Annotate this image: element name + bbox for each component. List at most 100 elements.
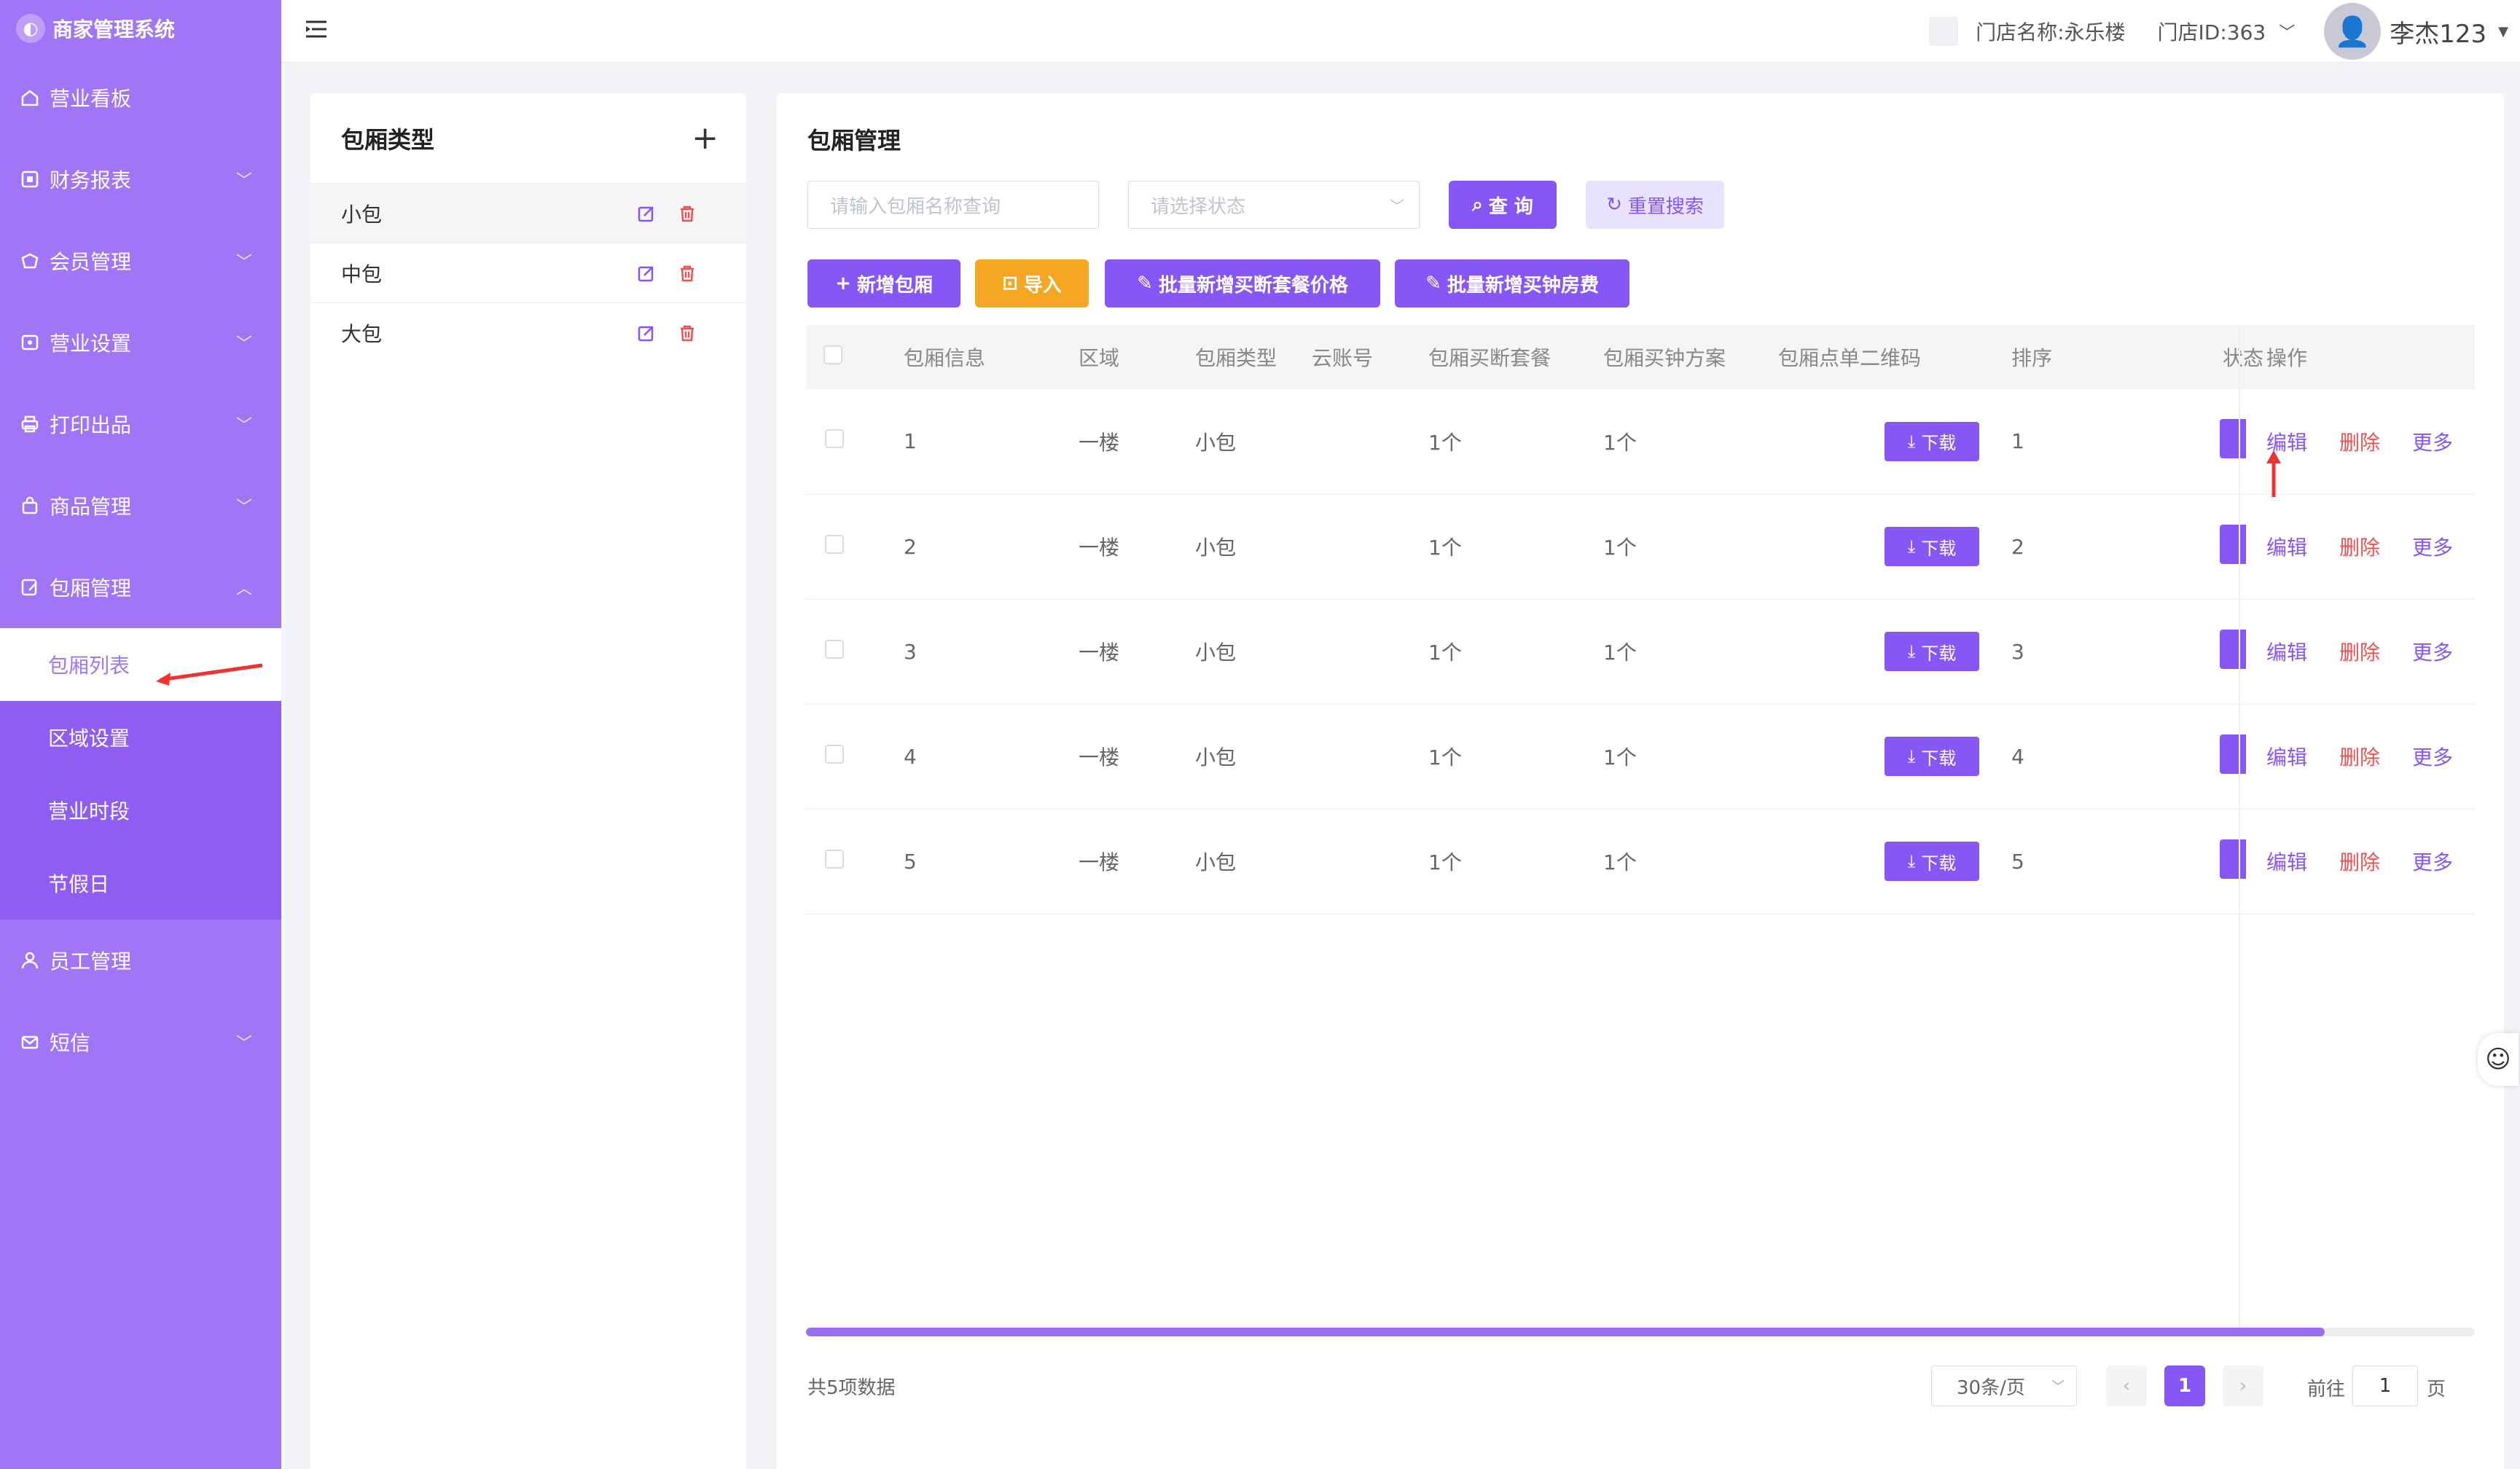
trash-icon[interactable]: [676, 322, 698, 344]
room-type-actions: [635, 203, 698, 224]
row-checkbox[interactable]: [825, 429, 844, 449]
sidebar-item-print[interactable]: 打印出品 ﹀: [0, 383, 281, 465]
room-type-item[interactable]: 中包: [310, 243, 746, 303]
prev-page-button[interactable]: ‹: [2106, 1366, 2147, 1406]
edit-link[interactable]: 编辑: [2266, 745, 2307, 769]
import-button[interactable]: ⊡ 导入: [975, 259, 1089, 307]
more-link[interactable]: 更多: [2412, 431, 2453, 455]
room-type-item[interactable]: 小包: [310, 184, 746, 243]
user-name[interactable]: 李杰123: [2390, 14, 2486, 50]
sidebar-item-label: 包厢管理: [50, 576, 132, 600]
cell-buyout-link[interactable]: 1个: [1425, 389, 1600, 495]
edit-icon[interactable]: [635, 322, 657, 344]
submenu-item-area-settings[interactable]: 区域设置: [0, 701, 281, 774]
download-qr-button[interactable]: ⤓ 下载: [1885, 527, 1979, 566]
add-room-type-button[interactable]: +: [692, 120, 719, 157]
status-toggle[interactable]: [2220, 734, 2246, 774]
row-checkbox[interactable]: [825, 849, 844, 869]
printer-icon: [19, 413, 41, 435]
delete-link[interactable]: 删除: [2339, 536, 2380, 560]
avatar[interactable]: 👤: [2324, 3, 2382, 60]
row-checkbox[interactable]: [825, 534, 844, 554]
caret-down-icon[interactable]: ▼: [2498, 24, 2508, 39]
sidebar-item-rooms[interactable]: 包厢管理 ︿: [0, 547, 281, 628]
cell-type: 小包: [1192, 494, 1309, 600]
sidebar-item-business-settings[interactable]: 营业设置 ﹀: [0, 302, 281, 383]
sidebar-item-goods[interactable]: 商品管理 ﹀: [0, 465, 281, 547]
query-button[interactable]: ⌕ 查 询: [1449, 181, 1557, 229]
cell-clock-link[interactable]: 1个: [1600, 389, 1775, 495]
more-link[interactable]: 更多: [2412, 536, 2453, 560]
sidebar-item-finance[interactable]: 财务报表 ﹀: [0, 138, 281, 220]
column-header: 包厢类型: [1192, 325, 1309, 389]
status-toggle[interactable]: [2220, 419, 2246, 459]
status-toggle[interactable]: [2220, 839, 2246, 879]
cell-info: 3: [901, 599, 1076, 705]
cell-clock-link[interactable]: 1个: [1600, 809, 1775, 914]
sidebar-item-dashboard[interactable]: 营业看板: [0, 57, 281, 138]
store-id-dropdown[interactable]: 门店ID:363 ﹀: [2158, 17, 2296, 46]
download-label: 下载: [1921, 433, 1957, 454]
cell-clock-link[interactable]: 1个: [1600, 494, 1775, 600]
delete-link[interactable]: 删除: [2339, 850, 2380, 874]
cell-buyout-link[interactable]: 1个: [1425, 809, 1600, 914]
status-toggle[interactable]: [2220, 629, 2246, 669]
select-all-checkbox[interactable]: [823, 345, 842, 364]
chevron-up-icon: ︿: [235, 580, 252, 598]
sidebar-item-member[interactable]: 会员管理 ﹀: [0, 220, 281, 302]
cell-sort: 3: [2008, 599, 2220, 705]
row-checkbox[interactable]: [825, 744, 844, 764]
row-checkbox[interactable]: [825, 639, 844, 659]
more-link[interactable]: 更多: [2412, 745, 2453, 769]
assistant-avatar[interactable]: ☺: [2478, 1033, 2519, 1086]
annotation-arrow-icon: [156, 663, 263, 686]
collapse-menu-icon[interactable]: [303, 16, 332, 45]
horizontal-scrollbar[interactable]: [806, 1328, 2475, 1336]
batch-buyout-price-button[interactable]: ✎ 批量新增买断套餐价格: [1105, 259, 1380, 307]
chevron-down-icon: ﹀: [235, 335, 252, 353]
page-title: 包厢管理: [807, 127, 901, 154]
reset-search-button[interactable]: ↻ 重置搜索: [1586, 181, 1724, 229]
delete-link[interactable]: 删除: [2339, 641, 2380, 665]
more-link[interactable]: 更多: [2412, 641, 2453, 665]
submenu-item-business-hours[interactable]: 营业时段: [0, 774, 281, 847]
goto-page-input[interactable]: 1: [2352, 1366, 2418, 1406]
edit-link[interactable]: 编辑: [2266, 536, 2307, 560]
scrollbar-thumb[interactable]: [806, 1328, 2325, 1336]
more-link[interactable]: 更多: [2412, 850, 2453, 874]
sidebar-item-label: 营业看板: [50, 87, 132, 111]
column-header: 包厢点单二维码: [1775, 325, 2008, 389]
edit-link[interactable]: 编辑: [2266, 850, 2307, 874]
status-toggle[interactable]: [2220, 524, 2246, 564]
edit-icon[interactable]: [635, 262, 657, 284]
search-input[interactable]: 请输入包厢名称查询: [807, 181, 1099, 229]
trash-icon[interactable]: [676, 262, 698, 284]
cell-buyout-link[interactable]: 1个: [1425, 704, 1600, 810]
edit-link[interactable]: 编辑: [2266, 641, 2307, 665]
room-type-item[interactable]: 大包: [310, 303, 746, 363]
batch-clock-fee-button[interactable]: ✎ 批量新增买钟房费: [1395, 259, 1629, 307]
add-room-label: 新增包厢: [856, 274, 933, 297]
cell-clock-link[interactable]: 1个: [1600, 599, 1775, 705]
trash-icon[interactable]: [676, 203, 698, 224]
cell-buyout-link[interactable]: 1个: [1425, 494, 1600, 600]
page-number-button[interactable]: 1: [2164, 1366, 2205, 1406]
add-room-button[interactable]: + 新增包厢: [807, 259, 960, 307]
download-qr-button[interactable]: ⤓ 下载: [1885, 632, 1979, 671]
status-select[interactable]: 请选择状态 ﹀: [1128, 181, 1420, 229]
edit-icon[interactable]: [635, 203, 657, 224]
download-qr-button[interactable]: ⤓ 下载: [1885, 842, 1979, 881]
delete-link[interactable]: 删除: [2339, 745, 2380, 769]
page-size-select[interactable]: 30条/页 ﹀: [1931, 1366, 2077, 1406]
member-icon: [19, 250, 41, 272]
submenu-item-holidays[interactable]: 节假日: [0, 847, 281, 920]
download-qr-button[interactable]: ⤓ 下载: [1885, 737, 1979, 776]
sidebar-item-label: 会员管理: [50, 250, 132, 274]
next-page-button[interactable]: ›: [2223, 1366, 2263, 1406]
sidebar-item-staff[interactable]: 员工管理: [0, 920, 281, 1001]
cell-buyout-link[interactable]: 1个: [1425, 599, 1600, 705]
download-qr-button[interactable]: ⤓ 下载: [1885, 421, 1979, 461]
delete-link[interactable]: 删除: [2339, 431, 2380, 455]
cell-clock-link[interactable]: 1个: [1600, 704, 1775, 810]
sidebar-item-sms[interactable]: 短信 ﹀: [0, 1001, 281, 1083]
